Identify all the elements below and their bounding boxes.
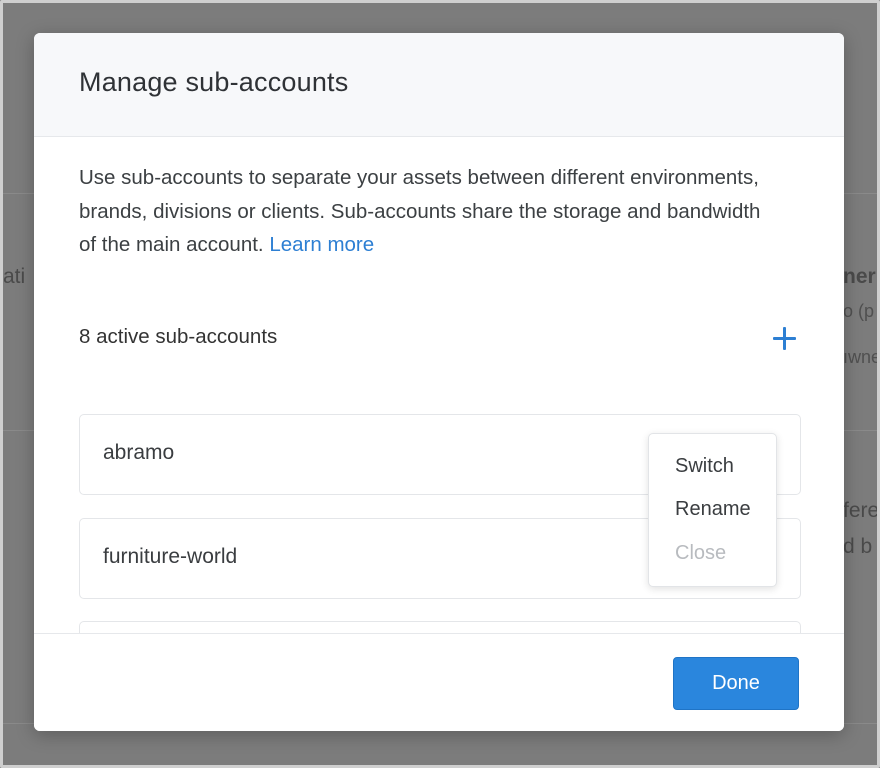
dialog-footer: Done (34, 633, 844, 731)
background-text: o (p (843, 301, 875, 321)
active-sub-accounts-count: 8 active sub-accounts (79, 325, 278, 348)
background-text: ıwne (843, 347, 880, 367)
learn-more-link[interactable]: Learn more (269, 233, 374, 256)
background-text: ati (3, 265, 26, 288)
dialog-title: Manage sub-accounts (79, 67, 349, 97)
sub-account-name: furniture-world (103, 545, 238, 568)
sub-account-context-menu: Switch Rename Close (648, 433, 777, 587)
description-text: Use sub-accounts to separate your assets… (79, 166, 761, 256)
background-text: d b (843, 535, 873, 558)
add-sub-account-button[interactable] (767, 321, 801, 355)
done-button[interactable]: Done (673, 657, 799, 710)
background-text: fere (843, 499, 880, 522)
dialog-description: Use sub-accounts to separate your assets… (79, 161, 779, 262)
menu-item-switch[interactable]: Switch (675, 455, 734, 478)
manage-sub-accounts-dialog: Manage sub-accounts Use sub-accounts to … (34, 33, 844, 731)
sub-account-name: abramo (103, 441, 175, 464)
background-text: ner (843, 265, 876, 288)
menu-item-close: Close (675, 542, 727, 564)
sub-account-row[interactable]: italy4less (79, 621, 801, 633)
menu-item-rename[interactable]: Rename (675, 498, 751, 521)
dialog-header: Manage sub-accounts (34, 33, 844, 137)
sub-accounts-list-header: 8 active sub-accounts (79, 321, 801, 355)
